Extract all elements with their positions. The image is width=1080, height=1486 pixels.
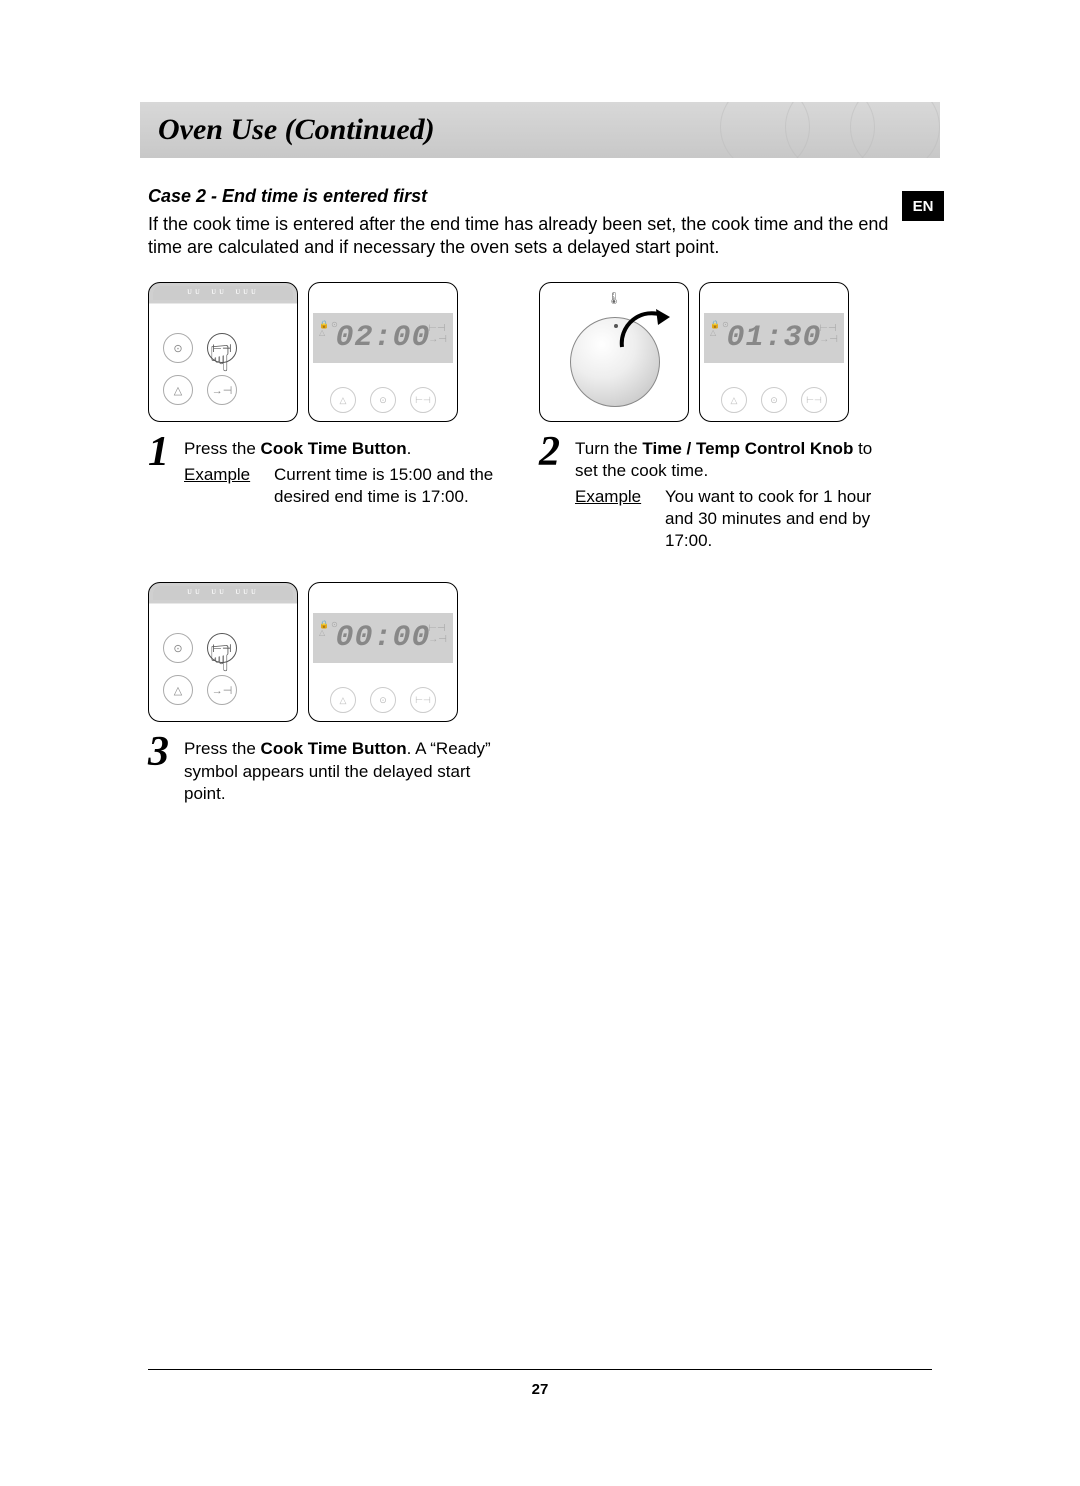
step-3-figure: ᴜᴜ ᴜᴜ ᴜᴜᴜ ⊙ ⊢⊣ △ →⊣ ☟ 🔒 ⊙△ 00:00 ⊢⊣→⊣ △ <box>148 582 499 722</box>
content-area: Case 2 - End time is entered first If th… <box>148 186 890 805</box>
footer-divider <box>148 1369 932 1370</box>
step-2-figure: 🌡 🔒 ⊙△ 01:30 ⊢⊣→⊣ △ ⊙ <box>539 282 890 422</box>
text-prefix: Press the <box>184 439 261 458</box>
bottom-buttons: △ ⊙ ⊢⊣ <box>700 387 848 413</box>
status-icons-left: 🔒 ⊙△ <box>319 321 338 337</box>
cook-time-button-icon: ⊢⊣ <box>207 333 237 363</box>
text-prefix: Turn the <box>575 439 642 458</box>
step-3: ᴜᴜ ᴜᴜ ᴜᴜᴜ ⊙ ⊢⊣ △ →⊣ ☟ 🔒 ⊙△ 00:00 ⊢⊣→⊣ △ <box>148 582 499 804</box>
digital-display: 🔒 ⊙△ 02:00 ⊢⊣→⊣ <box>313 313 453 363</box>
alarm-button-icon: △ <box>163 675 193 705</box>
display-panel-illustration: 🔒 ⊙△ 00:00 ⊢⊣→⊣ △ ⊙ ⊢⊣ <box>308 582 458 722</box>
display-value: 02:00 <box>335 321 430 355</box>
text-suffix: . <box>407 439 412 458</box>
mini-button-icon: ⊙ <box>370 687 396 713</box>
control-panel-illustration: ᴜᴜ ᴜᴜ ᴜᴜᴜ ⊙ ⊢⊣ △ →⊣ ☟ <box>148 582 298 722</box>
step-number: 2 <box>539 434 567 552</box>
step-number: 1 <box>148 434 176 508</box>
case-title: Case 2 - End time is entered first <box>148 186 890 207</box>
steps-grid: ᴜᴜ ᴜᴜ ᴜᴜᴜ ⊙ ⊢⊣ △ →⊣ ☟ 🔒 ⊙△ 02:00 ⊢⊣→⊣ △ <box>148 282 890 805</box>
step-1: ᴜᴜ ᴜᴜ ᴜᴜᴜ ⊙ ⊢⊣ △ →⊣ ☟ 🔒 ⊙△ 02:00 ⊢⊣→⊣ △ <box>148 282 499 552</box>
intro-paragraph: If the cook time is entered after the en… <box>148 213 890 258</box>
display-value: 00:00 <box>335 621 430 655</box>
step-2: 🌡 🔒 ⊙△ 01:30 ⊢⊣→⊣ △ ⊙ <box>539 282 890 552</box>
example-text: Current time is 15:00 and the desired en… <box>274 464 499 508</box>
mini-button-icon: ⊙ <box>370 387 396 413</box>
knob-panel-illustration: 🌡 <box>539 282 689 422</box>
example-row: Example You want to cook for 1 hour and … <box>575 486 890 552</box>
display-panel-illustration: 🔒 ⊙△ 01:30 ⊢⊣→⊣ △ ⊙ ⊢⊣ <box>699 282 849 422</box>
alarm-button-icon: △ <box>163 375 193 405</box>
digital-display: 🔒 ⊙△ 00:00 ⊢⊣→⊣ <box>313 613 453 663</box>
step-number: 3 <box>148 734 176 804</box>
bottom-buttons: △ ⊙ ⊢⊣ <box>309 687 457 713</box>
status-icons-right: ⊢⊣→⊣ <box>819 323 838 345</box>
end-button-icon: →⊣ <box>207 375 237 405</box>
page-title: Oven Use (Continued) <box>158 113 435 147</box>
bold-term: Cook Time Button <box>261 739 407 758</box>
step-instruction: Press the Cook Time Button. Example Curr… <box>184 434 499 508</box>
status-icons-right: ⊢⊣→⊣ <box>428 623 447 645</box>
example-label: Example <box>184 464 256 508</box>
clock-button-icon: ⊙ <box>163 633 193 663</box>
bold-term: Cook Time Button <box>261 439 407 458</box>
status-icons-right: ⊢⊣→⊣ <box>428 323 447 345</box>
mini-button-icon: ⊢⊣ <box>410 387 436 413</box>
control-panel-illustration: ᴜᴜ ᴜᴜ ᴜᴜᴜ ⊙ ⊢⊣ △ →⊣ ☟ <box>148 282 298 422</box>
mini-button-icon: ⊢⊣ <box>801 387 827 413</box>
header-decoration <box>745 102 940 158</box>
example-text: You want to cook for 1 hour and 30 minut… <box>665 486 890 552</box>
step-1-text: 1 Press the Cook Time Button. Example Cu… <box>148 434 499 508</box>
bold-term: Time / Temp Control Knob <box>642 439 853 458</box>
mini-button-icon: ⊙ <box>761 387 787 413</box>
clock-button-icon: ⊙ <box>163 333 193 363</box>
mini-button-icon: ⊢⊣ <box>410 687 436 713</box>
bottom-buttons: △ ⊙ ⊢⊣ <box>309 387 457 413</box>
mini-button-icon: △ <box>330 387 356 413</box>
example-row: Example Current time is 15:00 and the de… <box>184 464 499 508</box>
language-badge: EN <box>902 191 944 221</box>
rotate-arrow-icon <box>612 297 672 357</box>
step-1-figure: ᴜᴜ ᴜᴜ ᴜᴜᴜ ⊙ ⊢⊣ △ →⊣ ☟ 🔒 ⊙△ 02:00 ⊢⊣→⊣ △ <box>148 282 499 422</box>
end-button-icon: →⊣ <box>207 675 237 705</box>
display-panel-illustration: 🔒 ⊙△ 02:00 ⊢⊣→⊣ △ ⊙ ⊢⊣ <box>308 282 458 422</box>
text-prefix: Press the <box>184 739 261 758</box>
step-3-text: 3 Press the Cook Time Button. A “Ready” … <box>148 734 499 804</box>
status-icons-left: 🔒 ⊙△ <box>710 321 729 337</box>
display-value: 01:30 <box>726 321 821 355</box>
example-label: Example <box>575 486 647 552</box>
top-strip: ᴜᴜ ᴜᴜ ᴜᴜᴜ <box>153 586 293 600</box>
status-icons-left: 🔒 ⊙△ <box>319 621 338 637</box>
cook-time-button-icon: ⊢⊣ <box>207 633 237 663</box>
step-instruction: Press the Cook Time Button. A “Ready” sy… <box>184 734 499 804</box>
header-band: Oven Use (Continued) <box>140 102 940 158</box>
step-2-text: 2 Turn the Time / Temp Control Knob to s… <box>539 434 890 552</box>
step-instruction: Turn the Time / Temp Control Knob to set… <box>575 434 890 552</box>
top-strip: ᴜᴜ ᴜᴜ ᴜᴜᴜ <box>153 286 293 300</box>
page-number: 27 <box>0 1381 1080 1398</box>
digital-display: 🔒 ⊙△ 01:30 ⊢⊣→⊣ <box>704 313 844 363</box>
mini-button-icon: △ <box>721 387 747 413</box>
mini-button-icon: △ <box>330 687 356 713</box>
